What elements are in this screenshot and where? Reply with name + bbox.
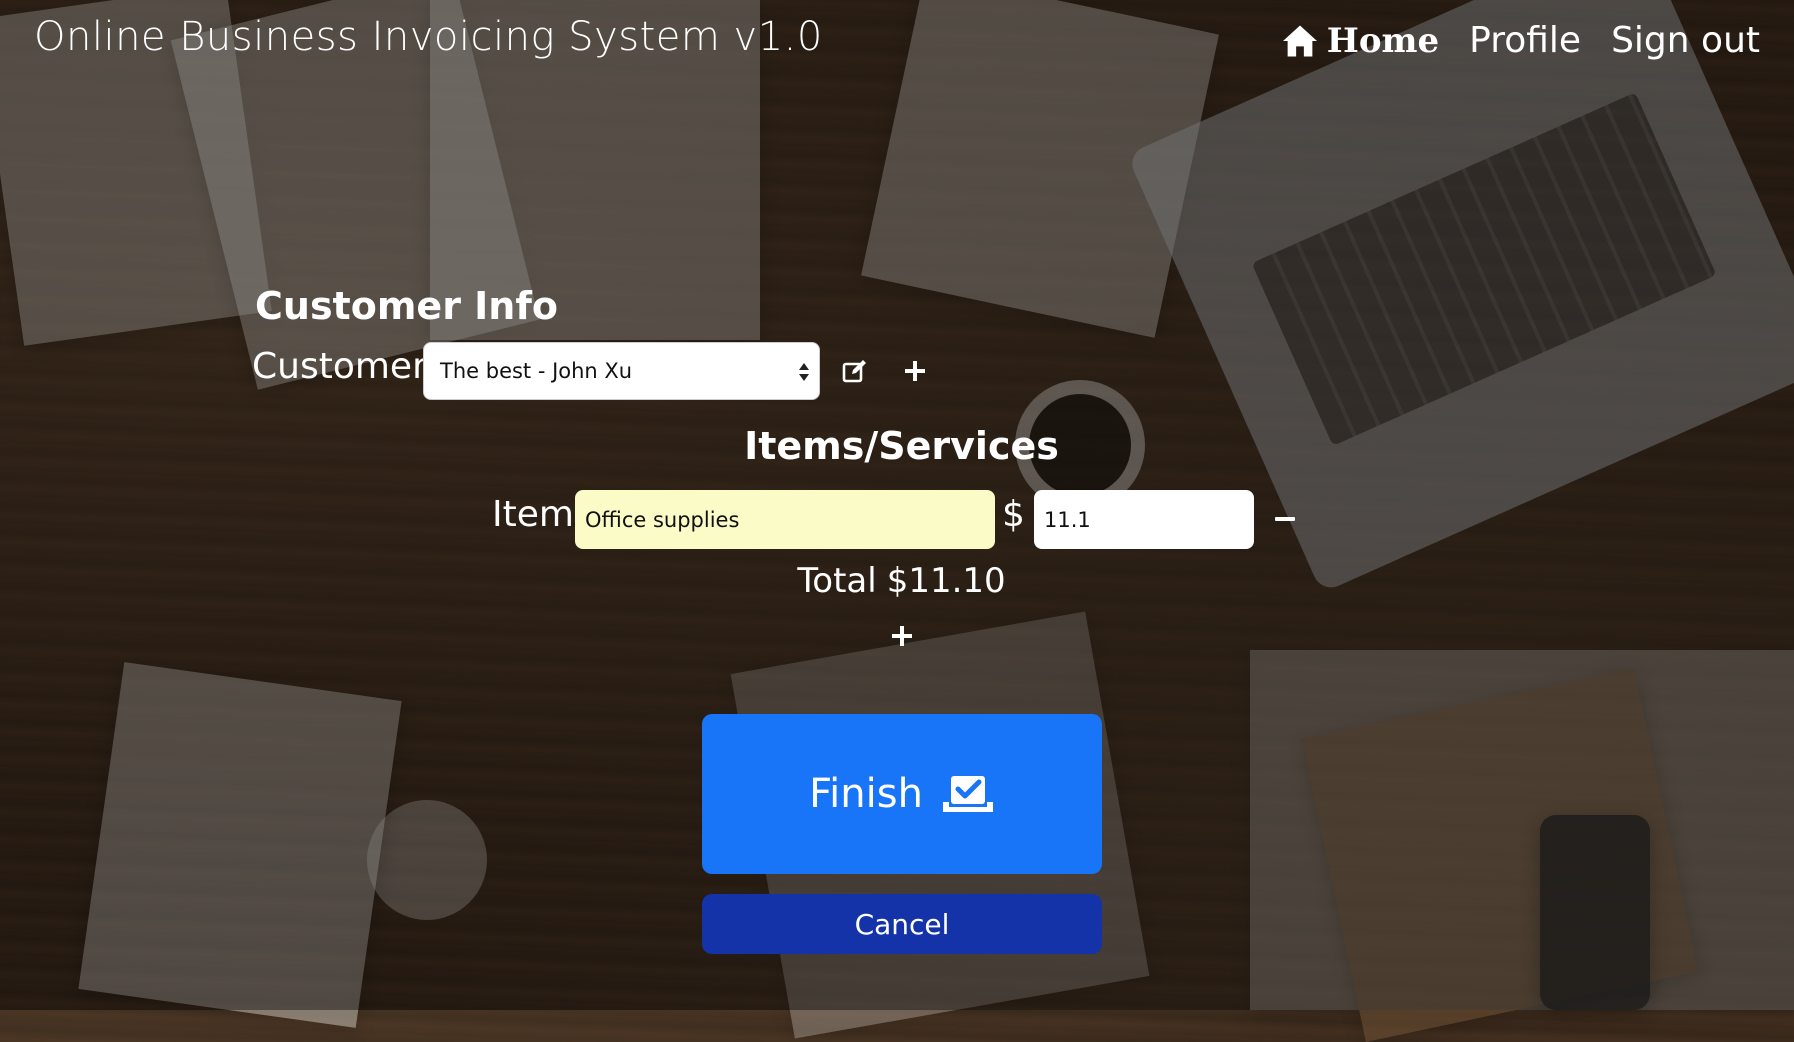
nav-home-label: Home: [1326, 20, 1440, 61]
plus-icon: [892, 626, 912, 646]
add-customer-button[interactable]: [900, 356, 930, 386]
cancel-button[interactable]: Cancel: [702, 894, 1102, 954]
invoice-total: Total $11.10: [0, 561, 1794, 601]
select-arrows-icon: [799, 363, 809, 381]
add-item-button[interactable]: [887, 621, 917, 651]
total-label: Total: [797, 561, 877, 601]
customer-select-value: The best - John Xu: [440, 359, 633, 383]
edit-icon: [842, 360, 866, 383]
nav-sign-out-link[interactable]: Sign out: [1611, 20, 1760, 61]
total-value: $11.10: [886, 561, 1006, 601]
customer-select[interactable]: The best - John Xu: [423, 342, 820, 400]
currency-symbol: $: [1002, 494, 1025, 535]
plus-icon: [905, 361, 925, 381]
remove-item-button[interactable]: [1275, 503, 1297, 533]
item-name-input[interactable]: Office supplies: [575, 490, 995, 549]
app-title: Online Business Invoicing System v1.0: [34, 14, 823, 60]
nav-home-link[interactable]: Home: [1281, 21, 1439, 61]
checkbox-check-icon: [942, 776, 993, 812]
top-nav: Home Profile Sign out: [1281, 20, 1760, 61]
item-price-input[interactable]: 11.1: [1034, 490, 1254, 549]
finish-button-label: Finish: [809, 771, 923, 817]
edit-customer-button[interactable]: [840, 356, 870, 386]
item-label: Item: [492, 494, 574, 535]
nav-profile-link[interactable]: Profile: [1469, 20, 1581, 61]
items-services-heading: Items/Services: [744, 424, 1059, 468]
home-icon: [1282, 25, 1317, 56]
customer-label: Customer: [252, 346, 427, 387]
customer-info-heading: Customer Info: [255, 284, 558, 328]
finish-button[interactable]: Finish: [702, 714, 1102, 874]
